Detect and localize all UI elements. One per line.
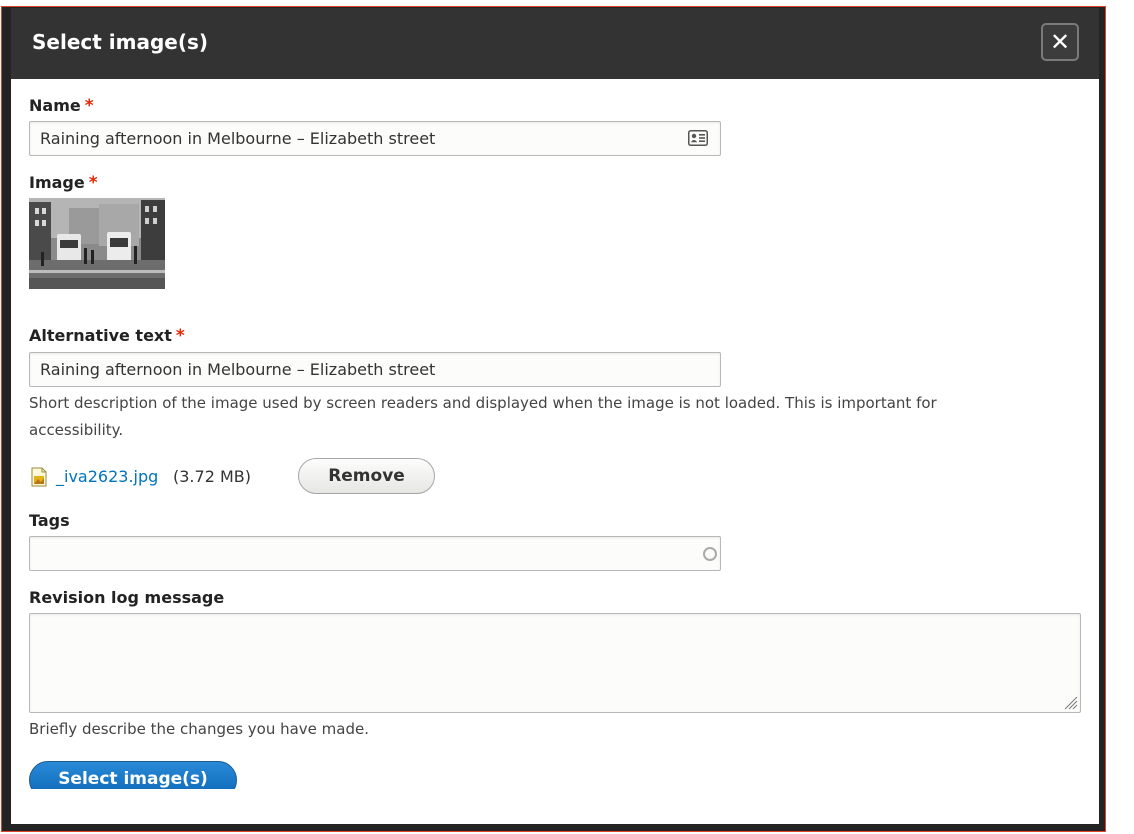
alt-text-label: Alternative text * <box>29 326 185 346</box>
alt-text-description-line: accessibility. <box>29 421 124 439</box>
close-icon: ✕ <box>1049 28 1071 56</box>
file-link[interactable]: _iva2623.jpg <box>56 467 158 486</box>
dialog-titlebar: Select image(s) ✕ <box>11 8 1099 79</box>
close-button[interactable]: ✕ <box>1041 23 1079 61</box>
revision-log-label: Revision log message <box>29 588 224 607</box>
dialog-title: Select image(s) <box>32 30 209 54</box>
remove-button[interactable]: Remove <box>298 458 435 494</box>
autocomplete-throbber-icon <box>703 547 717 561</box>
revision-log-textarea[interactable] <box>29 613 1081 713</box>
tags-label: Tags <box>29 511 70 530</box>
revision-log-description: Briefly describe the changes you have ma… <box>29 720 370 738</box>
resize-grip-icon[interactable] <box>1062 694 1078 710</box>
tags-input[interactable] <box>29 536 721 571</box>
alt-text-label-text: Alternative text <box>29 326 172 345</box>
alt-text-input[interactable]: Raining afternoon in Melbourne – Elizabe… <box>29 352 721 387</box>
name-label-text: Name <box>29 96 81 115</box>
alt-text-description: Short description of the image used by s… <box>29 390 937 444</box>
tags-label-text: Tags <box>29 511 70 530</box>
image-label-text: Image <box>29 173 85 192</box>
alt-text-input-value: Raining afternoon in Melbourne – Elizabe… <box>40 360 436 379</box>
contact-card-icon <box>688 130 708 146</box>
revision-log-label-text: Revision log message <box>29 588 225 607</box>
name-label: Name * <box>29 96 94 116</box>
image-file-icon <box>31 467 47 487</box>
name-input-value: Raining afternoon in Melbourne – Elizabe… <box>40 129 436 148</box>
alt-text-description-line: Short description of the image used by s… <box>29 394 937 412</box>
name-input[interactable]: Raining afternoon in Melbourne – Elizabe… <box>29 121 721 156</box>
image-thumbnail[interactable] <box>29 198 165 289</box>
file-size: (3.72 MB) <box>173 467 251 486</box>
select-image-dialog: Select image(s) ✕ Name * Raining afternoo… <box>1 6 1106 832</box>
dialog-footer <box>11 789 1099 824</box>
image-label: Image * <box>29 173 98 193</box>
required-marker: * <box>88 173 98 193</box>
required-marker: * <box>84 96 94 116</box>
dialog-body: Select image(s) ✕ Name * Raining afternoo… <box>11 8 1099 824</box>
required-marker: * <box>175 326 185 346</box>
